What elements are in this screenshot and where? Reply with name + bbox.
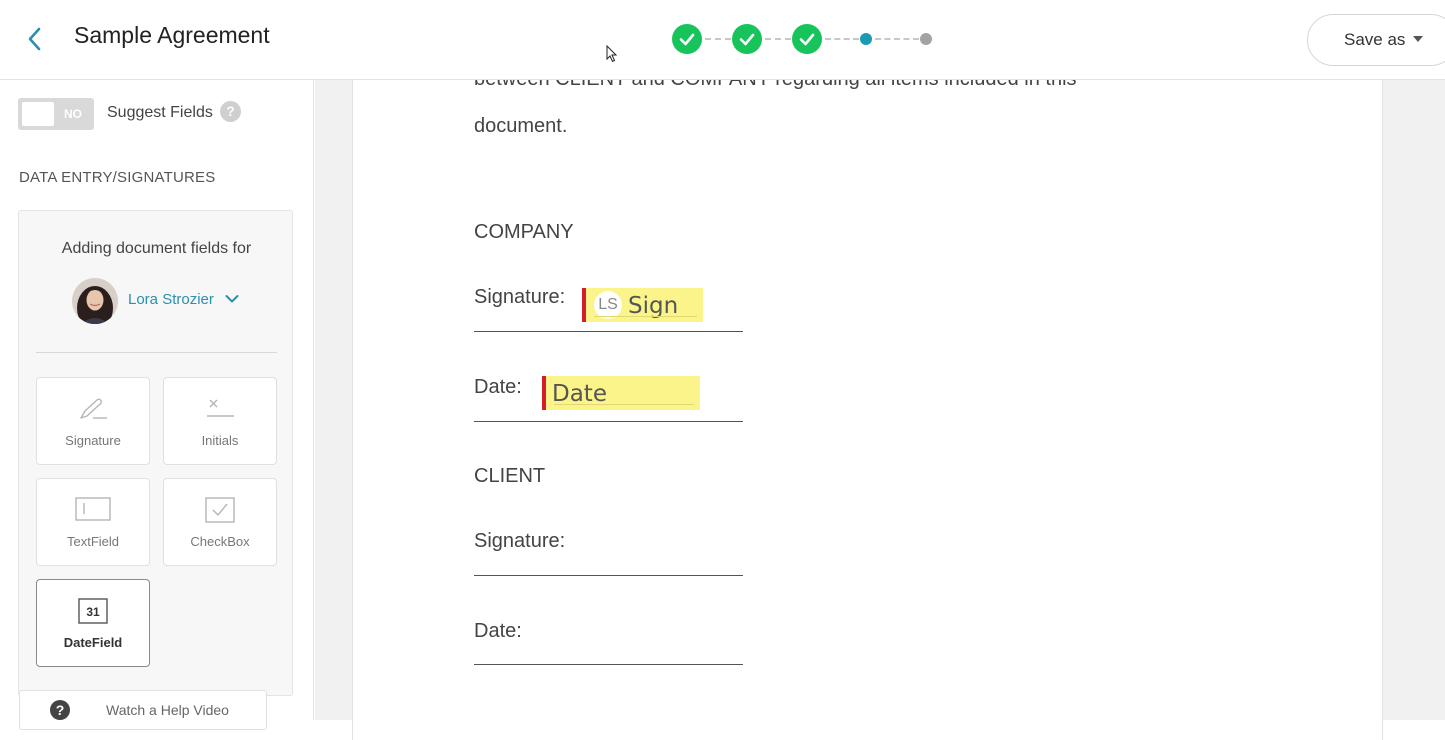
- help-video-button[interactable]: ? Watch a Help Video: [19, 690, 267, 730]
- client-date-line: [474, 664, 743, 665]
- client-date-label: Date:: [474, 620, 522, 642]
- client-heading: CLIENT: [474, 465, 546, 487]
- tile-label: CheckBox: [190, 534, 250, 549]
- back-button[interactable]: [22, 24, 48, 54]
- page-title: Sample Agreement: [74, 22, 270, 48]
- mouse-cursor-icon: [606, 45, 618, 63]
- step-completed-2[interactable]: [732, 24, 762, 54]
- document-text-cut-line: between CLIENT and COMPANY regarding all…: [474, 80, 1134, 98]
- adding-fields-label: Adding document fields for: [61, 240, 252, 257]
- x-line-icon: [207, 399, 234, 417]
- fields-panel: Adding document fields for Lora Strozier…: [18, 210, 293, 696]
- signer-selector[interactable]: Lora Strozier: [128, 291, 214, 308]
- step-connector: [765, 38, 791, 40]
- company-date-line: [474, 421, 743, 422]
- client-signature-label: Signature:: [474, 530, 566, 552]
- field-underline: [554, 404, 694, 405]
- toggle-state-label: NO: [64, 107, 82, 121]
- help-icon[interactable]: ?: [220, 101, 241, 122]
- save-as-button[interactable]: Save as: [1307, 14, 1445, 66]
- suggest-fields-label: Suggest Fields: [107, 104, 213, 121]
- sidebar: NO Suggest Fields ? DATA ENTRY/SIGNATURE…: [0, 80, 314, 730]
- avatar: [72, 278, 118, 324]
- tile-label: DateField: [63, 635, 123, 650]
- company-heading: COMPANY: [474, 221, 574, 243]
- step-completed-3[interactable]: [792, 24, 822, 54]
- check-icon: [799, 33, 815, 46]
- suggest-fields-toggle[interactable]: NO: [18, 98, 94, 130]
- toggle-knob: [22, 102, 54, 126]
- save-as-label: Save as: [1344, 30, 1406, 49]
- company-signature-label: Signature:: [474, 286, 566, 308]
- top-bar: Sample Agreement Save as: [0, 0, 1445, 80]
- field-underline: [594, 316, 697, 317]
- client-signature-line: [474, 575, 743, 576]
- step-current: [860, 33, 872, 45]
- check-icon: [679, 33, 695, 46]
- document-text-line: document.: [474, 115, 568, 137]
- textfield-icon: [75, 497, 111, 521]
- checkbox-icon: [205, 497, 235, 523]
- textfield-tile[interactable]: TextField: [36, 478, 150, 566]
- tile-label: Initials: [201, 433, 239, 448]
- step-connector: [875, 38, 919, 40]
- section-title: DATA ENTRY/SIGNATURES: [19, 169, 216, 186]
- chevron-left-icon: [28, 27, 41, 51]
- step-completed-1[interactable]: [672, 24, 702, 54]
- panel-divider: [36, 352, 277, 353]
- step-upcoming: [920, 33, 932, 45]
- help-video-label: Watch a Help Video: [106, 702, 229, 718]
- signer-initials-badge: LS: [594, 291, 622, 319]
- step-connector: [825, 38, 859, 40]
- calendar-number: 31: [86, 605, 100, 619]
- calendar-icon: 31: [78, 598, 108, 624]
- datefield-tile[interactable]: 31 DateField: [36, 579, 150, 667]
- signature-field-tile[interactable]: Signature: [36, 377, 150, 465]
- question-icon: ?: [50, 700, 70, 720]
- tile-label: TextField: [66, 534, 120, 549]
- checkbox-tile[interactable]: CheckBox: [163, 478, 277, 566]
- check-icon: [739, 33, 755, 46]
- company-signature-line: [474, 331, 743, 332]
- tile-label: Signature: [65, 433, 121, 448]
- company-date-label: Date:: [474, 376, 522, 398]
- date-field[interactable]: Date: [542, 376, 700, 410]
- sign-field[interactable]: LS Sign: [582, 288, 703, 322]
- user-photo-icon: [72, 278, 118, 324]
- initials-field-tile[interactable]: Initials: [163, 377, 277, 465]
- caret-down-icon: [1413, 35, 1424, 42]
- progress-steps: [672, 24, 942, 54]
- pen-icon: [80, 398, 107, 419]
- step-connector: [705, 38, 731, 40]
- chevron-down-icon[interactable]: [225, 294, 239, 304]
